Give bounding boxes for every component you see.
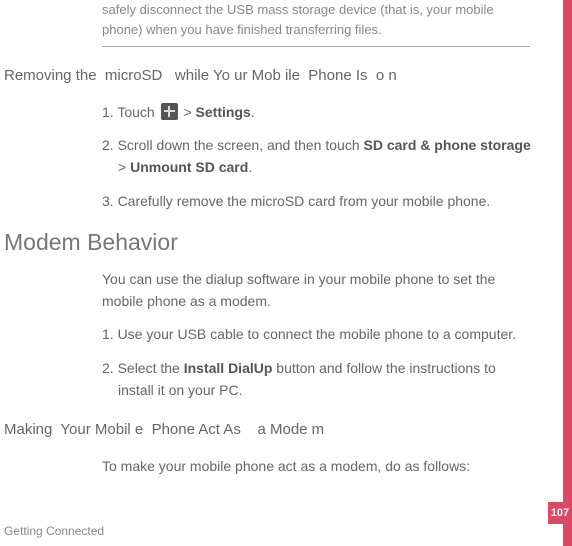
text: 1. Touch: [102, 104, 159, 120]
bold-text: Install DialUp: [184, 360, 273, 376]
subheading-phone-as-modem: Making Your Mobil e Phone Act As a Mode …: [4, 419, 554, 442]
text: >: [118, 159, 130, 175]
ordered-list-2: 1. Use your USB cable to connect the mob…: [102, 324, 532, 401]
bold-text: Settings: [196, 104, 251, 120]
subheading-removing-sd: Removing the microSD while Yo ur Mob ile…: [4, 65, 554, 88]
text: .: [248, 159, 252, 175]
list-item: 3. Carefully remove the microSD card fro…: [102, 191, 532, 213]
apps-grid-icon: [161, 103, 178, 120]
text: >: [180, 104, 196, 120]
page-number: 107: [548, 502, 572, 524]
body-paragraph: To make your mobile phone act as a modem…: [102, 456, 532, 478]
text: .: [251, 104, 255, 120]
ordered-list-1: 1. Touch > Settings. 2. Scroll down the …: [102, 102, 532, 213]
page-content: safely disconnect the USB mass storage d…: [0, 0, 572, 478]
bold-text: Unmount SD card: [130, 159, 248, 175]
body-paragraph: You can use the dialup software in your …: [102, 269, 532, 312]
list-item: 1. Touch > Settings.: [102, 102, 532, 124]
list-item: 2. Scroll down the screen, and then touc…: [102, 135, 532, 178]
list-item: 1. Use your USB cable to connect the mob…: [102, 324, 532, 346]
list-item: 2. Select the Install DialUp button and …: [102, 358, 532, 401]
bold-text: SD card & phone storage: [364, 137, 531, 153]
note-text: safely disconnect the USB mass storage d…: [102, 0, 530, 47]
side-strip: [563, 0, 572, 546]
text: 2. Scroll down the screen, and then touc…: [102, 137, 364, 153]
text: 2. Select the: [102, 360, 184, 376]
heading-modem-behavior: Modem Behavior: [4, 225, 554, 260]
footer-text: Getting Connected: [4, 522, 104, 540]
